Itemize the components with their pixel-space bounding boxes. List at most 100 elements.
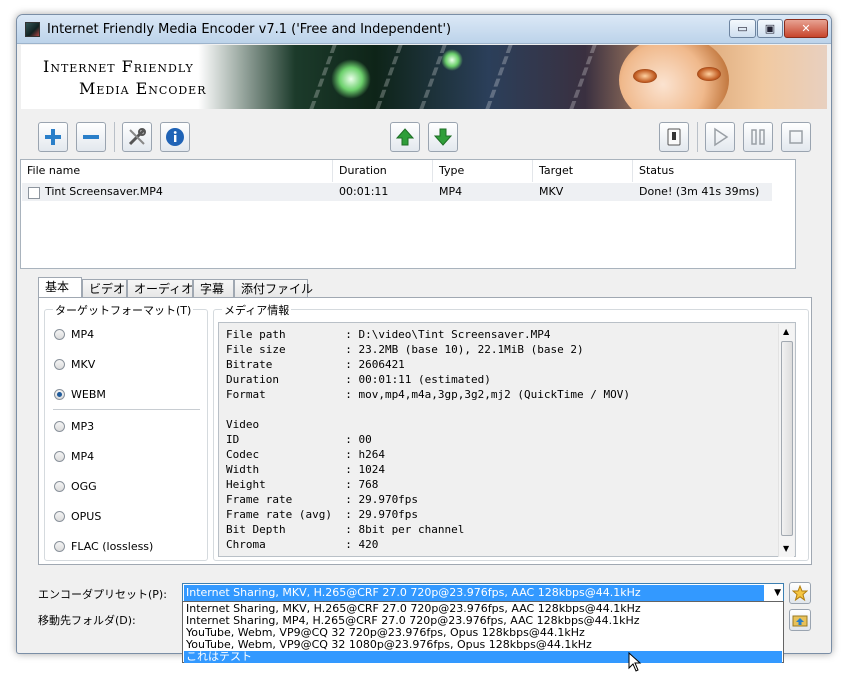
stop-icon	[789, 130, 803, 144]
preset-label: エンコーダプリセット(P):	[38, 588, 167, 601]
radio-mp3[interactable]	[54, 421, 65, 432]
radio-mp4-audio[interactable]	[54, 451, 65, 462]
pause-encode-button[interactable]	[743, 122, 773, 152]
radio-label-mp4-video: MP4	[71, 328, 95, 341]
radio-label-mkv: MKV	[71, 358, 96, 371]
media-info-line: Width : 1024	[226, 463, 385, 476]
status-cell: Done! (3m 41s 39ms)	[639, 185, 760, 198]
column-header-target[interactable]: Target	[533, 160, 633, 182]
window-title: Internet Friendly Media Encoder v7.1 ('F…	[47, 22, 452, 37]
tab-attachments[interactable]: 添付ファイル	[234, 279, 313, 298]
settings-button[interactable]	[122, 122, 152, 152]
preset-option-highlighted[interactable]: これはテスト	[184, 651, 782, 663]
app-icon	[25, 22, 40, 37]
move-up-button[interactable]	[390, 122, 420, 152]
banner-title-line1: Internet Friendly	[43, 57, 194, 76]
sparkle	[331, 59, 371, 99]
radio-flac[interactable]	[54, 541, 65, 552]
radio-label-opus: OPUS	[71, 510, 102, 523]
radio-webm[interactable]	[54, 389, 65, 400]
media-info-scrollbar[interactable]: ▲ ▼	[778, 324, 794, 557]
media-info-line: Video	[226, 418, 260, 431]
remove-file-button[interactable]	[76, 122, 106, 152]
media-info-line: Bitrate : 2606421	[226, 358, 405, 371]
radio-label-webm: WEBM	[71, 388, 106, 401]
media-info-line: Frame rate : 29.970fps	[226, 493, 419, 506]
column-header-duration[interactable]: Duration	[333, 160, 433, 182]
tab-basic[interactable]: 基本	[38, 277, 82, 299]
folder-arrow-icon	[792, 615, 808, 627]
arrow-down-icon	[433, 128, 453, 146]
radio-mkv[interactable]	[54, 359, 65, 370]
add-file-button[interactable]	[38, 122, 68, 152]
pause-icon	[751, 129, 765, 145]
info-button[interactable]	[160, 122, 190, 152]
media-info-line: File size : 23.2MB (base 10), 22.1MiB (b…	[226, 343, 584, 356]
destination-label: 移動先フォルダ(D):	[38, 614, 136, 627]
scroll-down-icon[interactable]: ▼	[783, 544, 789, 553]
target-cell: MKV	[539, 185, 564, 198]
minimize-button[interactable]: ▭	[729, 19, 756, 38]
info-icon	[166, 128, 184, 146]
media-info-line: Format : mov,mp4,m4a,3gp,3g2,mj2 (QuickT…	[226, 388, 630, 401]
format-separator	[53, 409, 200, 410]
file-name-cell: Tint Screensaver.MP4	[45, 185, 163, 198]
start-encode-button[interactable]	[705, 122, 735, 152]
toolbar-separator	[114, 122, 115, 152]
radio-label-ogg: OGG	[71, 480, 97, 493]
stop-encode-button[interactable]	[781, 122, 811, 152]
media-info-line: ID : 00	[226, 433, 372, 446]
scroll-up-icon[interactable]: ▲	[783, 327, 789, 336]
star-icon	[792, 585, 808, 601]
maximize-button[interactable]: ▣	[757, 19, 783, 38]
close-button[interactable]: ✕	[784, 19, 828, 38]
radio-label-flac: FLAC (lossless)	[71, 540, 154, 553]
media-info-line: Height : 768	[226, 478, 379, 491]
preset-dropdown-list: Internet Sharing, MKV, H.265@CRF 27.0 72…	[182, 601, 784, 663]
target-format-title: ターゲットフォーマット(T)	[53, 302, 194, 318]
radio-opus[interactable]	[54, 511, 65, 522]
preset-select[interactable]: Internet Sharing, MKV, H.265@CRF 27.0 72…	[182, 583, 784, 603]
toolbar-separator	[697, 122, 698, 152]
app-banner: Internet Friendly Media Encoder	[21, 45, 827, 109]
favorite-preset-button[interactable]	[789, 582, 811, 604]
preset-selected-value: Internet Sharing, MKV, H.265@CRF 27.0 72…	[184, 585, 764, 601]
arrow-up-icon	[395, 128, 415, 146]
film-strip	[419, 45, 513, 109]
media-info-line: Codec : h264	[226, 448, 385, 461]
file-list[interactable]: File name Duration Type Target Status Ti…	[20, 159, 796, 269]
media-info-line: Chroma : 420	[226, 538, 379, 551]
type-cell: MP4	[439, 185, 463, 198]
media-info-text[interactable]: File path : D:\video\Tint Screensaver.MP…	[218, 322, 796, 557]
scroll-thumb[interactable]	[781, 341, 793, 536]
tab-audio[interactable]: オーディオ	[127, 279, 193, 298]
minus-icon	[83, 135, 99, 139]
play-icon	[714, 127, 729, 147]
radio-mp4-video[interactable]	[54, 329, 65, 340]
tab-subtitles[interactable]: 字幕	[193, 279, 234, 298]
move-down-button[interactable]	[428, 122, 458, 152]
shutdown-toggle-button[interactable]	[659, 122, 689, 152]
media-info-line: File path : D:\video\Tint Screensaver.MP…	[226, 328, 551, 341]
column-header-status[interactable]: Status	[633, 160, 795, 182]
anime-eye	[633, 69, 657, 83]
preset-option[interactable]: YouTube, Webm, VP9@CQ 32 1080p@23.976fps…	[184, 639, 782, 651]
banner-title-line2: Media Encoder	[79, 79, 207, 98]
column-header-type[interactable]: Type	[433, 160, 533, 182]
power-switch-icon	[667, 128, 681, 146]
radio-label-mp3: MP3	[71, 420, 95, 433]
target-format-group: ターゲットフォーマット(T)	[44, 302, 208, 561]
sparkle	[441, 49, 463, 71]
column-header-file-name[interactable]: File name	[21, 160, 333, 182]
tab-video[interactable]: ビデオ	[82, 279, 127, 298]
browse-folder-button[interactable]	[789, 609, 811, 631]
chevron-down-icon[interactable]: ▼	[774, 588, 781, 598]
title-bar[interactable]: Internet Friendly Media Encoder v7.1 ('F…	[17, 15, 831, 44]
media-info-line: Frame rate (avg) : 29.970fps	[226, 508, 419, 521]
plus-icon	[45, 129, 61, 145]
radio-ogg[interactable]	[54, 481, 65, 492]
media-info-title: メディア情報	[222, 302, 292, 318]
anime-eye	[697, 67, 721, 81]
mouse-cursor-icon	[628, 652, 642, 672]
media-info-line: Bit Depth : 8bit per channel	[226, 523, 465, 536]
